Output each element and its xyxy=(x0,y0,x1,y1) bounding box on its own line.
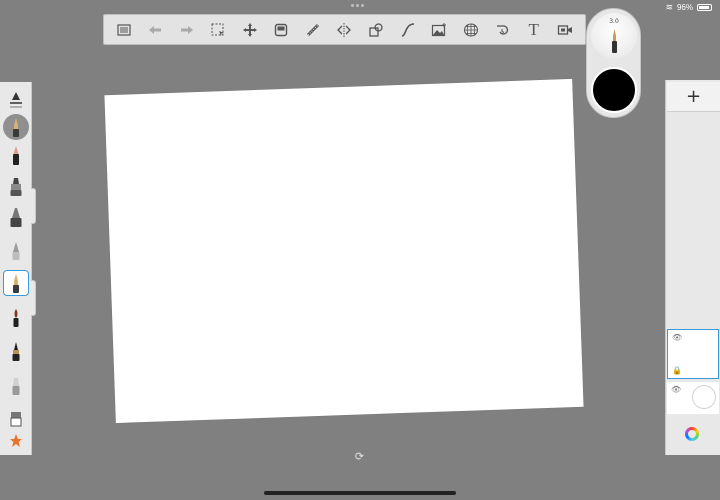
layers-panel: + 👁 🔒 👁 xyxy=(665,80,720,455)
paintbrush-icon[interactable] xyxy=(3,304,29,330)
transform-icon[interactable] xyxy=(237,17,263,43)
layer-lock-icon[interactable]: 🔒 xyxy=(672,366,682,375)
visibility-eye-icon[interactable]: 👁 xyxy=(671,385,681,394)
multitasking-indicator[interactable] xyxy=(351,4,364,7)
brush-size-label: 3.0 xyxy=(609,18,619,25)
wifi-icon: ≋ xyxy=(665,2,673,12)
chisel-marker-icon[interactable] xyxy=(3,204,29,230)
status-bar: ≋ 96% xyxy=(665,2,712,13)
ruler-icon[interactable] xyxy=(300,17,326,43)
layer-editor-icon[interactable] xyxy=(268,17,294,43)
text-icon[interactable]: T xyxy=(521,17,547,43)
menu-list-icon[interactable] xyxy=(111,17,137,43)
record-video-icon[interactable] xyxy=(552,17,578,43)
current-color-swatch[interactable] xyxy=(591,67,637,113)
selected-brush-size-icon[interactable] xyxy=(3,114,29,140)
time-lapse-icon[interactable] xyxy=(489,17,515,43)
brush-size-slider-icon[interactable] xyxy=(3,86,29,112)
perspective-grid-icon[interactable] xyxy=(458,17,484,43)
add-layer-button[interactable]: + xyxy=(667,82,720,112)
hard-eraser-icon[interactable] xyxy=(3,404,29,430)
marker-icon[interactable] xyxy=(3,173,29,199)
symmetry-icon[interactable] xyxy=(331,17,357,43)
airbrush-icon[interactable] xyxy=(3,237,29,263)
palette-upper-handle[interactable] xyxy=(31,188,36,224)
color-wheel-icon[interactable] xyxy=(685,427,699,441)
soft-eraser-icon[interactable] xyxy=(3,372,29,398)
ballpoint-pen-icon[interactable] xyxy=(3,270,29,296)
curve-icon[interactable] xyxy=(395,17,421,43)
palette-lower-handle[interactable] xyxy=(31,280,36,316)
brush-puck[interactable]: 3.0 xyxy=(586,8,641,118)
import-image-icon[interactable] xyxy=(426,17,452,43)
pencil-icon[interactable] xyxy=(3,142,29,168)
battery-icon xyxy=(697,4,712,11)
drawing-canvas[interactable] xyxy=(104,78,584,424)
ballpoint-pen-icon xyxy=(612,29,617,53)
brush-size-opacity-puck[interactable]: 3.0 xyxy=(591,13,637,59)
home-indicator xyxy=(264,491,456,495)
background-color-swatch[interactable] xyxy=(692,385,716,409)
visibility-eye-icon[interactable]: 👁 xyxy=(672,333,682,342)
selection-icon[interactable] xyxy=(205,17,231,43)
redo-icon[interactable] xyxy=(174,17,200,43)
layer-1-thumbnail[interactable]: 👁 🔒 xyxy=(667,329,719,379)
shapes-icon[interactable] xyxy=(363,17,389,43)
undo-icon[interactable] xyxy=(142,17,168,43)
favorites-star-icon[interactable] xyxy=(3,428,29,454)
brush-palette xyxy=(0,82,32,455)
ink-pen-icon[interactable] xyxy=(3,338,29,364)
canvas-rotate-icon[interactable]: ⟳ xyxy=(354,451,365,462)
main-toolbar: T xyxy=(103,14,586,45)
battery-percent: 96% xyxy=(676,3,693,12)
background-layer[interactable]: 👁 xyxy=(667,382,719,414)
